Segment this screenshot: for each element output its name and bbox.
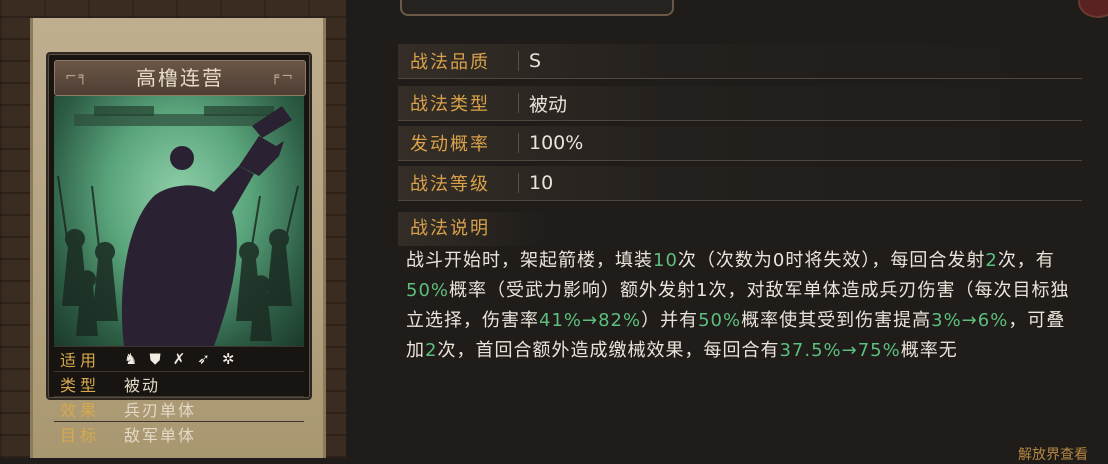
description-segment: 概率无 <box>900 340 958 361</box>
highlight-value: 3%→6% <box>931 310 1009 331</box>
info-row-type: 战法类型 被动 <box>398 86 1082 121</box>
highlight-value: 41%→82% <box>539 310 642 331</box>
description-segment: 战斗开始时，架起箭楼，填装 <box>406 250 653 271</box>
highlight-value: 2 <box>985 250 998 271</box>
stat-key: 类型 <box>60 376 101 395</box>
info-row-rate: 发动概率 100% <box>398 126 1082 161</box>
shield-icon: ⛊ <box>149 350 161 368</box>
divider <box>518 173 519 193</box>
divider <box>518 133 519 153</box>
tactic-card[interactable]: ⌐╕ 高橹连营 ╒¬ 适用 ♞ ⛊ ✗ ➶ ✲ 类型 被动 效果 兵刃单体 目标… <box>46 52 312 445</box>
quality-value: S <box>529 50 542 72</box>
stat-value: 兵刃单体 <box>124 401 197 420</box>
stat-value: 被动 <box>124 376 161 395</box>
divider <box>518 93 519 113</box>
divider <box>518 51 519 71</box>
description-segment: 概率使其受到伤害提高 <box>741 310 932 331</box>
stat-row-type: 类型 被动 <box>54 371 304 396</box>
card-title-bar: ⌐╕ 高橹连营 ╒¬ <box>54 60 306 96</box>
highlight-value: 2 <box>425 340 438 361</box>
warrior-silhouette-image <box>57 106 299 346</box>
stat-row-target: 目标 敌军单体 <box>54 421 304 446</box>
stat-row-applicable: 适用 ♞ ⛊ ✗ ➶ ✲ <box>54 346 304 371</box>
stat-key: 目标 <box>60 426 101 445</box>
description-segment: 次，首回合额外造成缴械效果，每回合有 <box>437 340 780 361</box>
rate-label: 发动概率 <box>410 134 490 155</box>
stat-value: 敌军单体 <box>124 426 197 445</box>
info-row-quality: 战法品质 S <box>398 44 1082 79</box>
card-name: 高橹连营 <box>136 66 224 90</box>
rate-value: 100% <box>529 132 584 154</box>
wheel-icon: ✲ <box>221 350 235 368</box>
description-heading: 战法说明 <box>398 212 550 246</box>
info-row-level: 战法等级 10 <box>398 166 1082 201</box>
close-badge[interactable] <box>1078 0 1108 18</box>
highlight-value: 10 <box>653 250 678 271</box>
title-ornament-left-icon: ⌐╕ <box>65 69 90 85</box>
level-value: 10 <box>529 172 554 194</box>
description-fade <box>398 410 1088 458</box>
type-value: 被动 <box>529 93 568 116</box>
stat-key: 效果 <box>60 401 101 420</box>
applicable-troop-icons: ♞ ⛊ ✗ ➶ ✲ <box>116 351 234 367</box>
description-segment: ）并有 <box>641 310 699 331</box>
stat-row-effect: 效果 兵刃单体 <box>54 396 304 421</box>
top-ornament <box>400 0 674 16</box>
cavalry-icon: ♞ <box>124 350 138 368</box>
spear-icon: ➶ <box>197 350 210 368</box>
highlight-value: 50% <box>698 310 742 331</box>
description-segment: 次，有 <box>997 250 1055 271</box>
more-hint[interactable]: 解放界查看 <box>1018 444 1088 464</box>
title-ornament-right-icon: ╒¬ <box>270 69 295 85</box>
card-stats: 适用 ♞ ⛊ ✗ ➶ ✲ 类型 被动 效果 兵刃单体 目标 敌军单体 <box>54 346 304 446</box>
type-label: 战法类型 <box>410 94 490 115</box>
stat-key: 适用 <box>60 351 101 370</box>
highlight-value: 37.5%→75% <box>779 340 901 361</box>
quality-label: 战法品质 <box>410 52 490 73</box>
level-label: 战法等级 <box>410 174 490 195</box>
bow-icon: ✗ <box>172 350 186 368</box>
highlight-value: 50% <box>406 280 450 301</box>
card-artwork <box>54 96 304 346</box>
description-segment: 次（次数为0时将失效），每回合发射 <box>677 250 986 271</box>
